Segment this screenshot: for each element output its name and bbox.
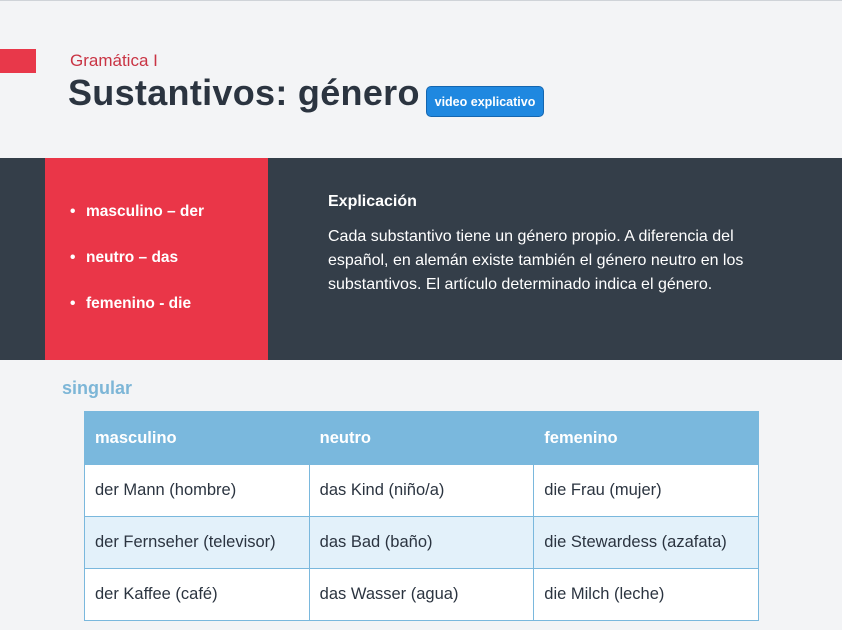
gender-item-masculine: • masculino – der bbox=[70, 203, 204, 249]
accent-tab bbox=[0, 49, 36, 73]
table-cell: das Wasser (agua) bbox=[308, 568, 535, 621]
bullet-icon: • bbox=[70, 203, 76, 220]
table-cell: die Frau (mujer) bbox=[533, 464, 759, 517]
gender-list: • masculino – der • neutro – das • femenino… bbox=[70, 203, 204, 341]
table-cell: das Bad (baño) bbox=[308, 516, 535, 569]
gender-label: masculino – der bbox=[86, 203, 205, 220]
gender-label: femenino - die bbox=[86, 295, 192, 312]
page-title: Sustantivos: género bbox=[68, 72, 420, 113]
bullet-icon: • bbox=[70, 249, 76, 266]
bullet-icon: • bbox=[70, 295, 76, 312]
table-header-row: masculino neutro femenino bbox=[84, 411, 759, 465]
table-row: der Mann (hombre) das Kind (niño/a) die … bbox=[84, 464, 759, 517]
gender-item-feminine: • femenino - die bbox=[70, 295, 204, 341]
column-header-feminine: femenino bbox=[533, 411, 759, 465]
gender-label: neutro – das bbox=[86, 249, 179, 266]
explanation-heading: Explicación bbox=[328, 193, 417, 210]
section-label: singular bbox=[62, 378, 133, 398]
table-cell: die Stewardess (azafata) bbox=[533, 516, 759, 569]
table-cell: die Milch (leche) bbox=[533, 568, 759, 621]
table-cell: der Mann (hombre) bbox=[84, 464, 310, 517]
column-header-masculine: masculino bbox=[84, 411, 310, 465]
column-header-neuter: neutro bbox=[308, 411, 535, 465]
video-button[interactable]: video explicativo bbox=[426, 86, 544, 117]
table-row: der Fernseher (televisor) das Bad (baño)… bbox=[84, 516, 759, 569]
page-subtitle: Gramática I bbox=[70, 51, 158, 70]
table-cell: das Kind (niño/a) bbox=[308, 464, 535, 517]
gender-item-neuter: • neutro – das bbox=[70, 249, 204, 295]
explanation-text: Cada substantivo tiene un género propio.… bbox=[328, 228, 744, 293]
table-row: der Kaffee (café) das Wasser (agua) die … bbox=[84, 568, 759, 621]
table-cell: der Fernseher (televisor) bbox=[84, 516, 310, 569]
table-cell: der Kaffee (café) bbox=[84, 568, 310, 621]
top-divider bbox=[0, 0, 842, 1]
noun-table: masculino neutro femenino der Mann (homb… bbox=[84, 411, 759, 621]
